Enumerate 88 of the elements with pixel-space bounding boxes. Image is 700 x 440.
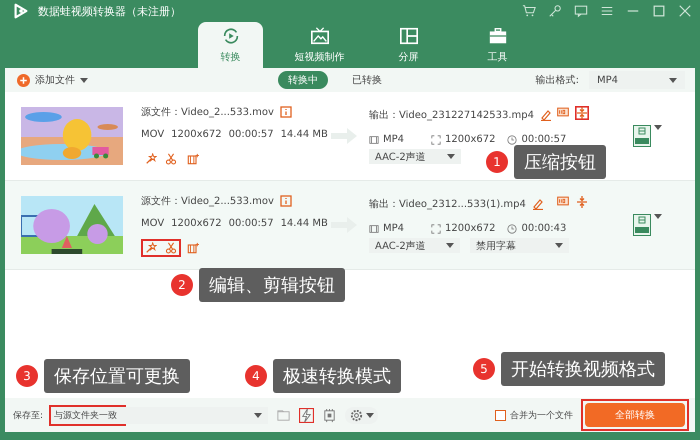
output-duration: 00:00:43	[521, 223, 566, 234]
tv-icon	[310, 26, 330, 46]
caret-icon	[80, 78, 88, 82]
source-file-name: 源文件：Video_2...533.mov	[141, 106, 274, 118]
save-to-label: 保存至:	[13, 410, 44, 422]
add-clip-icon[interactable]	[187, 242, 199, 254]
plus-icon	[17, 74, 30, 86]
compress-icon[interactable]	[575, 195, 589, 209]
output-resolution: 1200x672	[445, 223, 496, 234]
caret-icon[interactable]	[254, 412, 262, 418]
file-row[interactable]: 源文件：Video_2...533.mov MOV 1200x672 00:00:57 14.44 MB 输出：Video_2312...533(1).mp4 MP4 1200x672 00:00:43 AAC-2声道 禁用字幕	[5, 181, 695, 270]
menu-icon[interactable]	[600, 4, 614, 18]
subtitle-dropdown[interactable]: 禁用字幕	[470, 238, 569, 253]
source-file-name: 源文件：Video_2...533.mov	[141, 194, 274, 208]
resize-icon	[431, 134, 441, 144]
toolbox-icon	[488, 26, 508, 46]
merge-checkbox[interactable]	[495, 410, 506, 420]
close-icon[interactable]	[678, 4, 692, 18]
output-duration: 00:00:57	[521, 134, 566, 145]
file-info: 1200x672	[171, 128, 222, 140]
annotation-tooltip: 极速转换模式	[273, 359, 401, 393]
folder-icon[interactable]	[276, 408, 292, 422]
filter-tab[interactable]: 已转换	[342, 71, 392, 89]
format-dropdown[interactable]: MP4	[589, 71, 685, 89]
file-info: 14.44 MB	[280, 128, 328, 140]
main-tab[interactable]: 短视频制作	[287, 22, 352, 68]
main-tab[interactable]: 分屏	[376, 22, 441, 68]
settings-button[interactable]	[345, 406, 378, 424]
mp4-format-icon[interactable]	[633, 214, 651, 236]
clock-icon	[507, 224, 518, 234]
caret-icon[interactable]	[654, 125, 662, 130]
app-logo-icon	[12, 2, 30, 20]
output-format: MP4	[383, 134, 404, 145]
caret-icon	[555, 243, 563, 248]
main-tab[interactable]: 转换	[198, 22, 263, 68]
settings-icon	[349, 408, 364, 422]
annotation-tooltip: 保存位置可更换	[44, 359, 190, 393]
main-tab[interactable]: 工具	[465, 22, 530, 68]
audio-dropdown[interactable]: AAC-2声道	[369, 238, 460, 253]
compress-icon[interactable]	[575, 106, 589, 120]
lightning-icon[interactable]	[299, 408, 314, 422]
annotation-tooltip: 压缩按钮	[514, 145, 606, 179]
file-info: 00:00:57	[228, 218, 274, 228]
merge-label: 合并为一个文件	[510, 410, 573, 422]
scissors-icon[interactable]	[165, 152, 177, 164]
caret-icon[interactable]	[654, 214, 662, 219]
maximize-icon[interactable]	[652, 4, 666, 18]
annotation-tooltip: 开始转换视频格式	[501, 352, 665, 386]
hd-icon[interactable]	[557, 106, 569, 118]
pencil-icon[interactable]	[532, 198, 544, 210]
save-path-field[interactable]: 与源文件夹一致	[51, 406, 124, 424]
filter-tab[interactable]: 转换中	[278, 71, 328, 89]
mp4-format-icon[interactable]	[633, 125, 651, 147]
info-icon[interactable]	[280, 194, 292, 206]
chat-icon[interactable]	[574, 4, 588, 18]
clock-icon	[507, 134, 518, 144]
film-icon	[369, 224, 379, 234]
output-file-name: 输出：Video_2312...533(1).mp4	[369, 198, 526, 211]
add-clip-icon[interactable]	[187, 152, 199, 164]
gpu-chip-icon[interactable]	[322, 408, 338, 422]
file-info: 00:00:57	[228, 128, 274, 140]
file-info: MOV	[141, 128, 164, 140]
caret-icon	[447, 154, 455, 159]
magic-wand-icon[interactable]	[145, 152, 157, 164]
file-info: 14.44 MB	[280, 218, 328, 228]
key-icon[interactable]	[548, 4, 562, 18]
add-file-button[interactable]: 添加文件	[17, 73, 88, 87]
split-screen-icon	[398, 26, 418, 46]
caret-icon	[669, 78, 677, 82]
output-format: MP4	[383, 223, 404, 234]
output-resolution: 1200x672	[445, 134, 496, 145]
caret-icon	[366, 412, 374, 418]
output-file-name: 输出：Video_231227142533.mp4	[369, 108, 534, 122]
resize-icon	[431, 224, 441, 234]
pencil-icon[interactable]	[540, 109, 552, 121]
format-label: 输出格式:	[536, 74, 579, 87]
file-info: 1200x672	[171, 218, 222, 228]
magic-wand-icon[interactable]	[145, 242, 157, 254]
info-icon[interactable]	[280, 106, 292, 118]
audio-dropdown[interactable]: AAC-2声道	[369, 149, 461, 164]
caret-icon	[446, 243, 454, 248]
annotation-tooltip: 编辑、剪辑按钮	[199, 268, 345, 302]
window-title: 数据蛙视频转换器（未注册）	[38, 4, 181, 18]
scissors-icon[interactable]	[165, 242, 177, 254]
cart-icon[interactable]	[522, 4, 536, 18]
file-info: MOV	[141, 218, 164, 228]
hd-icon[interactable]	[557, 195, 569, 207]
film-icon	[369, 134, 379, 144]
